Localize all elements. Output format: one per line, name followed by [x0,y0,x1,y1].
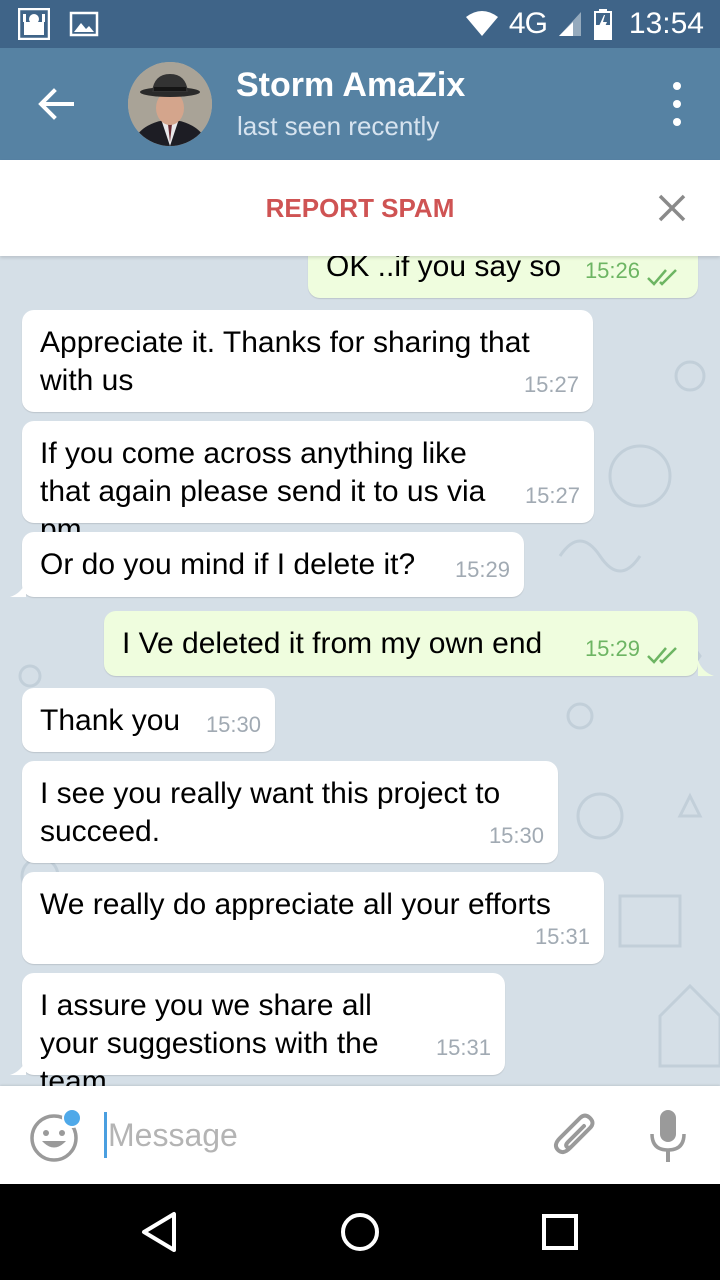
avatar[interactable] [128,62,212,146]
message-text: I see you really want this project to su… [40,777,501,848]
bubble-tail [698,660,714,676]
message-time: 15:27 [524,483,580,508]
message-text: We really do appreciate all your efforts [40,888,551,921]
message-list[interactable]: OK ..if you say so 15:26 Appreciate it. … [0,256,720,1086]
report-spam-bar: REPORT SPAM [0,160,720,256]
message-bubble-incoming[interactable]: We really do appreciate all your efforts… [22,872,604,964]
bubble-tail [10,1059,26,1075]
message-bubble-incoming[interactable]: Appreciate it. Thanks for sharing that w… [22,310,593,412]
message-text: I Ve deleted it from my own end [122,627,543,660]
signal-icon [558,12,581,36]
message-bubble-outgoing[interactable]: OK ..if you say so 15:26 [308,256,698,298]
message-text: I assure you we share all your suggestio… [40,989,379,1086]
battery-icon [593,9,612,40]
wifi-icon [465,11,498,36]
bubble-tail [10,581,26,597]
message-text: Thank you [40,704,181,737]
message-input[interactable] [108,1108,508,1162]
network-type: 4G [508,7,548,40]
text-cursor [104,1112,107,1158]
image-icon [69,11,99,37]
nav-home-icon[interactable] [336,1208,384,1256]
message-time: 15:31 [435,1035,491,1060]
more-options-button[interactable] [662,82,692,126]
chat-header: Storm AmaZix last seen recently [0,48,720,160]
message-bubble-incoming[interactable]: Thank you 15:30 [22,688,275,752]
message-time: 15:30 [488,823,544,848]
contact-photo [128,62,212,146]
double-check-icon [647,647,677,664]
message-text: Or do you mind if I delete it? [40,548,416,581]
message-text: Appreciate it. Thanks for sharing that w… [40,326,530,397]
message-bubble-incoming[interactable]: I see you really want this project to su… [22,761,558,863]
nav-recents-icon[interactable] [536,1208,584,1256]
back-button[interactable] [28,76,84,132]
emoji-notification-dot [62,1108,82,1128]
nav-back-icon[interactable] [136,1208,184,1256]
message-time: 15:29 [584,636,640,661]
double-check-icon [647,269,677,286]
message-time: 15:27 [523,372,579,397]
close-icon[interactable] [650,186,694,230]
contact-status: last seen recently [237,111,440,141]
message-time: 15:31 [534,924,590,949]
message-text: OK ..if you say so [326,256,562,283]
contact-name[interactable]: Storm AmaZix [236,66,465,105]
message-time: 15:30 [205,712,261,737]
system-navigation-bar [0,1184,720,1280]
message-composer [0,1086,720,1184]
microphone-icon[interactable] [648,1108,688,1166]
back-arrow-icon [38,88,74,120]
clock: 13:54 [628,7,704,40]
more-vert-icon [673,82,681,90]
message-time: 15:29 [454,557,510,582]
attach-icon[interactable] [550,1110,600,1164]
report-spam-button[interactable]: REPORT SPAM [0,160,620,256]
message-bubble-incoming[interactable]: If you come across anything like that ag… [22,421,594,546]
app-notification-icon [18,8,50,40]
message-bubble-incoming[interactable]: Or do you mind if I delete it? 15:29 [22,532,524,597]
message-bubble-outgoing[interactable]: I Ve deleted it from my own end 15:29 [104,611,698,676]
message-time: 15:26 [584,258,640,283]
message-bubble-incoming[interactable]: I assure you we share all your suggestio… [22,973,505,1086]
status-bar: 4G 13:54 [0,0,720,48]
